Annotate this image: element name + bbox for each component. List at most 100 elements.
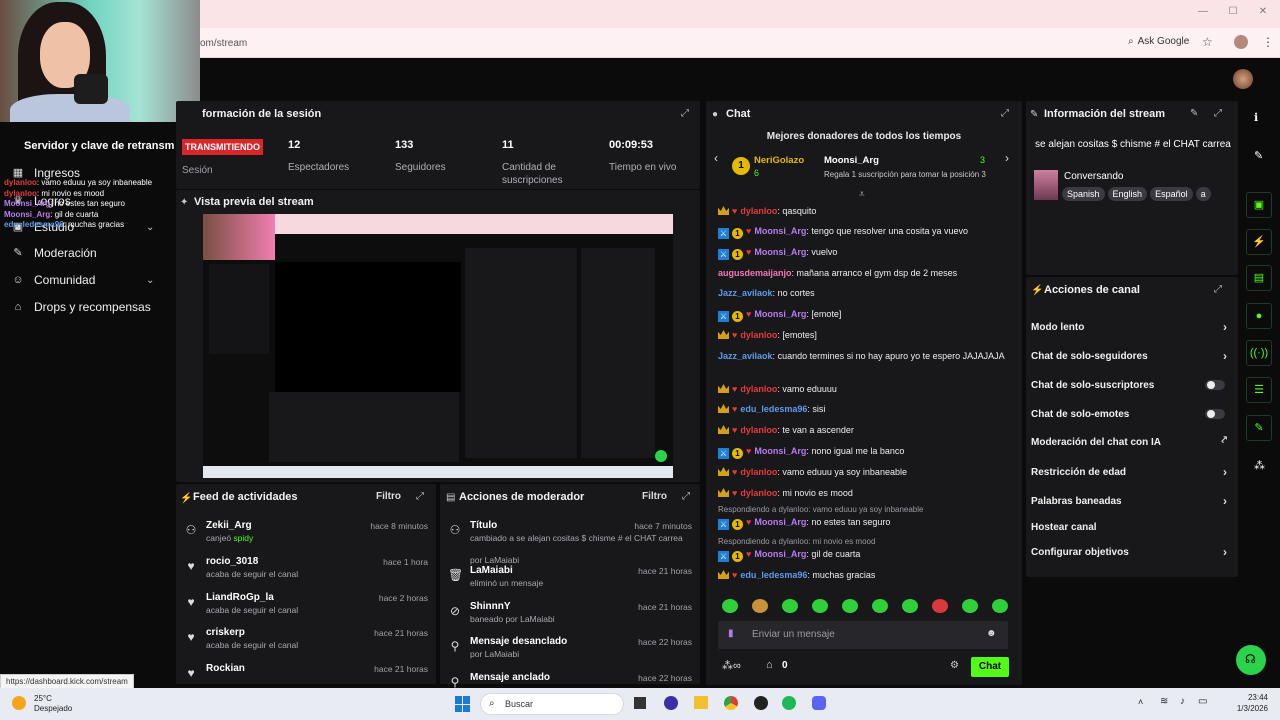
- browser-profile-avatar[interactable]: [1234, 35, 1248, 49]
- emote-button[interactable]: [782, 599, 798, 613]
- donor-1-name[interactable]: NeriGolazo: [754, 155, 804, 166]
- user-avatar[interactable]: [1233, 69, 1253, 89]
- emote-button[interactable]: [722, 599, 738, 613]
- emote-button[interactable]: [962, 599, 978, 613]
- channel-action-item[interactable]: Configurar objetivos ›: [1031, 545, 1231, 559]
- rail-list-button[interactable]: ☰: [1246, 377, 1272, 403]
- rail-broadcast-button[interactable]: ((·)): [1246, 340, 1272, 366]
- mod-action-name[interactable]: ShinnnY: [470, 601, 511, 612]
- tray-chevron-icon[interactable]: ˄: [1138, 697, 1143, 707]
- browser-menu-icon[interactable]: ⋮: [1262, 35, 1274, 49]
- rail-camera-button[interactable]: ▣: [1246, 192, 1272, 218]
- app-icon-dark[interactable]: [754, 696, 768, 710]
- help-headset-button[interactable]: ☊: [1236, 645, 1266, 675]
- channel-action-item[interactable]: Restricción de edad ›: [1031, 465, 1231, 479]
- discord-icon[interactable]: [812, 696, 826, 710]
- chat-username[interactable]: dylanloo: [740, 330, 777, 340]
- tag[interactable]: Spanish: [1062, 187, 1105, 201]
- spotify-icon[interactable]: [782, 696, 796, 710]
- maximize-icon[interactable]: ☐: [1226, 6, 1240, 20]
- emote-button[interactable]: [902, 599, 918, 613]
- feed-user[interactable]: Rockian: [206, 663, 245, 674]
- sidebar-item-comunidad[interactable]: ☺ Comunidad ⌄: [12, 273, 154, 287]
- app-icon-obs[interactable]: [664, 696, 678, 710]
- toggle-switch[interactable]: [1205, 380, 1225, 390]
- chat-username[interactable]: Jazz_avilaok: [718, 288, 773, 298]
- rail-wrench-button[interactable]: ✎: [1246, 415, 1272, 441]
- wifi-icon[interactable]: ≋: [1160, 696, 1168, 707]
- pencil-icon[interactable]: ✎: [1254, 149, 1263, 162]
- mod-action-name[interactable]: LaMaiabi: [470, 565, 513, 576]
- volume-icon[interactable]: ♪: [1180, 696, 1185, 707]
- expand-icon[interactable]: ⤢: [416, 491, 426, 502]
- chat-username[interactable]: Moonsi_Arg: [754, 226, 806, 236]
- tag[interactable]: English: [1107, 187, 1148, 201]
- close-window-icon[interactable]: ✕: [1256, 6, 1270, 20]
- channel-action-item[interactable]: Modo lento ›: [1031, 320, 1231, 334]
- channel-action-item[interactable]: Chat de solo-emotes: [1031, 409, 1231, 420]
- people-icon[interactable]: ⁂: [1254, 459, 1265, 472]
- rail-doc-button[interactable]: ▤: [1246, 265, 1272, 291]
- donor-2-name[interactable]: Moonsi_Arg: [824, 155, 879, 166]
- collapse-icon[interactable]: ⩡: [859, 189, 865, 200]
- stream-preview-video[interactable]: [203, 214, 673, 478]
- expand-icon[interactable]: ⤢: [1214, 108, 1224, 119]
- sidebar-item-stream-key[interactable]: Servidor y clave de retransm: [24, 140, 174, 152]
- filter-button[interactable]: Filtro: [376, 491, 401, 502]
- emote-button[interactable]: [842, 599, 858, 613]
- channel-action-item[interactable]: Palabras baneadas ›: [1031, 494, 1231, 508]
- rail-lightning-button[interactable]: ⚡: [1246, 229, 1272, 255]
- feed-user[interactable]: LiandRoGp_la: [206, 592, 274, 603]
- chevron-right-icon[interactable]: ›: [1005, 151, 1009, 165]
- chat-username[interactable]: Moonsi_Arg: [754, 517, 806, 527]
- chat-username[interactable]: Moonsi_Arg: [754, 446, 806, 456]
- sidebar-item-drops[interactable]: ⌂ Drops y recompensas: [12, 300, 151, 314]
- chat-username[interactable]: Moonsi_Arg: [754, 549, 806, 559]
- mic-icon[interactable]: ▮: [728, 628, 734, 639]
- chat-input[interactable]: ▮ Enviar un mensaje ☻: [718, 621, 1008, 649]
- chat-username[interactable]: dylanloo: [740, 206, 777, 216]
- minimize-icon[interactable]: —: [1196, 6, 1210, 20]
- category-thumbnail[interactable]: [1034, 170, 1058, 200]
- battery-icon[interactable]: ▭: [1198, 696, 1207, 707]
- emote-button[interactable]: [752, 599, 768, 613]
- folder-icon[interactable]: [694, 696, 708, 709]
- chat-username[interactable]: edu_ledesma96: [740, 404, 807, 414]
- settings-gear-icon[interactable]: ⚙: [950, 660, 959, 671]
- chat-username[interactable]: dylanloo: [740, 467, 777, 477]
- tag[interactable]: Español: [1150, 187, 1193, 201]
- category-name[interactable]: Conversando: [1064, 171, 1123, 182]
- expand-icon[interactable]: ⤢: [1001, 108, 1011, 119]
- channel-action-item[interactable]: Chat de solo-seguidores ›: [1031, 349, 1231, 363]
- expand-icon[interactable]: ⤢: [681, 108, 691, 119]
- rail-chat-button[interactable]: ●: [1246, 303, 1272, 329]
- url-text[interactable]: om/stream: [200, 38, 247, 49]
- channel-action-item[interactable]: Moderación del chat con IA ⤤: [1031, 435, 1231, 448]
- clock-date[interactable]: 1/3/2026: [1220, 704, 1268, 713]
- tag[interactable]: a: [1195, 187, 1211, 201]
- channel-action-item[interactable]: Hostear canal: [1031, 522, 1231, 533]
- emote-button[interactable]: [932, 599, 948, 613]
- emoji-icon[interactable]: ☻: [986, 628, 997, 639]
- chat-username[interactable]: augusdemaijanjo: [718, 268, 792, 278]
- send-chat-button[interactable]: Chat: [971, 657, 1009, 677]
- filter-button[interactable]: Filtro: [642, 491, 667, 502]
- chat-username[interactable]: Moonsi_Arg: [754, 309, 806, 319]
- infinity-icon[interactable]: ⁂∞: [722, 659, 741, 672]
- taskbar-search[interactable]: ⌕ Buscar: [480, 693, 624, 715]
- sidebar-item-moderacion[interactable]: ✎ Moderación: [12, 246, 96, 260]
- chat-username[interactable]: edu_ledesma96: [740, 570, 807, 580]
- feed-user[interactable]: Zekii_Arg: [206, 520, 252, 531]
- toggle-switch[interactable]: [1205, 409, 1225, 419]
- emote-button[interactable]: [812, 599, 828, 613]
- chat-username[interactable]: Moonsi_Arg: [754, 247, 806, 257]
- chat-username[interactable]: Jazz_avilaok: [718, 351, 773, 361]
- expand-icon[interactable]: ⤢: [682, 491, 692, 502]
- chat-username[interactable]: dylanloo: [740, 425, 777, 435]
- feed-user[interactable]: criskerp: [206, 627, 245, 638]
- ask-google-button[interactable]: ⌕ Ask Google: [1128, 36, 1189, 47]
- clock-time[interactable]: 23:44: [1220, 693, 1268, 702]
- emote-button[interactable]: [872, 599, 888, 613]
- gift-icon[interactable]: ⌂: [766, 659, 773, 671]
- info-icon[interactable]: ℹ: [1254, 111, 1258, 124]
